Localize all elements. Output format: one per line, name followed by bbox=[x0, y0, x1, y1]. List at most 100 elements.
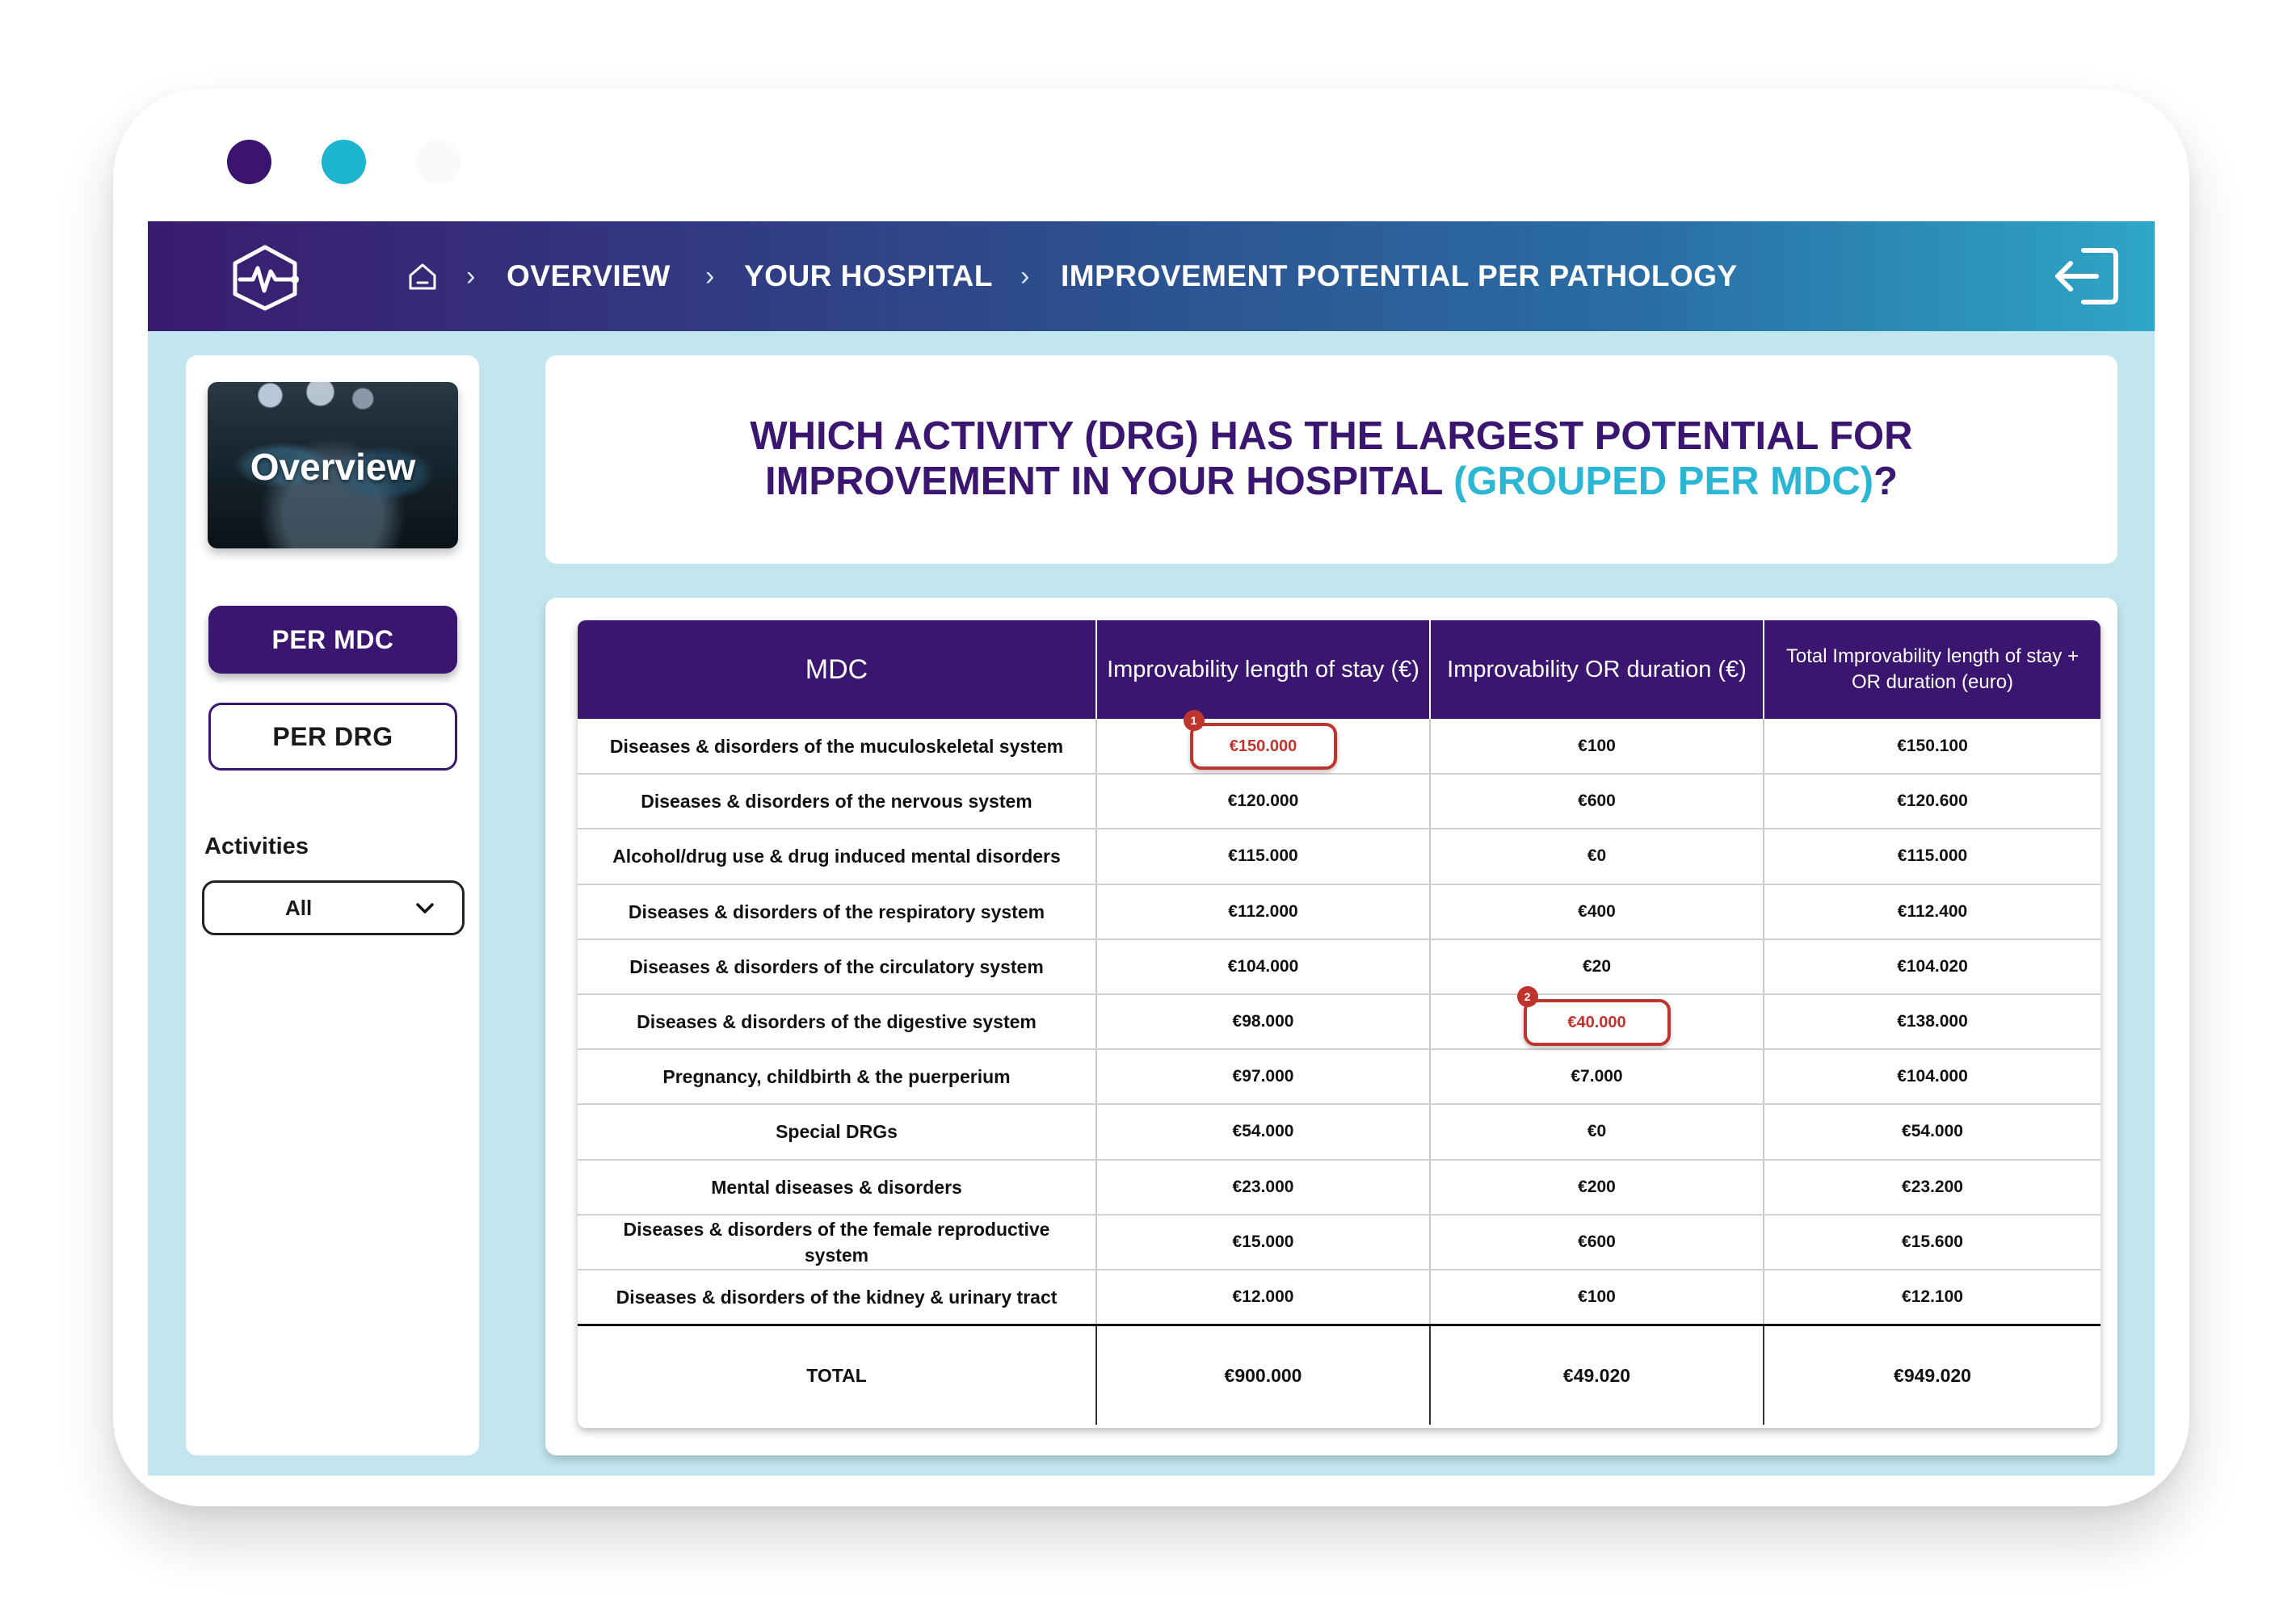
cell-or-value: €40.000 bbox=[1567, 1013, 1626, 1031]
header-improvability-los: Improvability length of stay (€) bbox=[1096, 620, 1431, 719]
cell-total: €112.400 bbox=[1764, 884, 2100, 940]
cell-los: €104.000 bbox=[1096, 939, 1431, 995]
chevron-down-icon bbox=[416, 903, 434, 913]
total-label: TOTAL bbox=[578, 1323, 1097, 1426]
overview-card-label: Overview bbox=[250, 446, 416, 488]
total-or: €49.020 bbox=[1430, 1323, 1764, 1426]
per-drg-button[interactable]: PER DRG bbox=[208, 703, 457, 771]
table-row: Special DRGs €54.000 €0 €54.000 bbox=[578, 1104, 2100, 1161]
table-row: Alcohol/drug use & drug induced mental d… bbox=[578, 829, 2100, 885]
table-row: Diseases & disorders of the muculoskelet… bbox=[578, 710, 2100, 775]
cell-or: €200 bbox=[1430, 1159, 1764, 1216]
question-card: WHICH ACTIVITY (DRG) HAS THE LARGEST POT… bbox=[545, 355, 2117, 564]
cell-total: €138.000 bbox=[1764, 993, 2100, 1051]
highlight-callout: 2 €40.000 bbox=[1516, 985, 1671, 1046]
table-row: Mental diseases & disorders €23.000 €200… bbox=[578, 1159, 2100, 1216]
breadcrumb-your-hospital[interactable]: YOUR HOSPITAL bbox=[744, 258, 993, 294]
cell-los: €115.000 bbox=[1096, 829, 1431, 885]
cell-total: €15.600 bbox=[1764, 1214, 2100, 1270]
cell-mdc: Diseases & disorders of the respiratory … bbox=[578, 884, 1097, 940]
cell-total: €150.100 bbox=[1764, 719, 2100, 775]
cell-total: €104.000 bbox=[1764, 1049, 2100, 1106]
highlight-callout: 1 €150.000 bbox=[1183, 710, 1337, 770]
cell-mdc: Diseases & disorders of the digestive sy… bbox=[578, 993, 1097, 1051]
breadcrumb-overview[interactable]: OVERVIEW bbox=[507, 258, 671, 294]
activities-selected-value: All bbox=[285, 896, 313, 920]
total-total: €949.020 bbox=[1764, 1323, 2100, 1426]
cell-mdc: Mental diseases & disorders bbox=[578, 1159, 1097, 1216]
overview-card[interactable]: Overview bbox=[208, 382, 458, 548]
table-row: Diseases & disorders of the kidney & uri… bbox=[578, 1269, 2100, 1326]
cell-mdc: Diseases & disorders of the kidney & uri… bbox=[578, 1269, 1097, 1326]
chevron-right-icon: › bbox=[1020, 261, 1030, 292]
cell-or: €600 bbox=[1430, 1214, 1764, 1270]
table-card: MDC Improvability length of stay (€) Imp… bbox=[545, 598, 2117, 1455]
cell-mdc: Alcohol/drug use & drug induced mental d… bbox=[578, 829, 1097, 885]
cell-total: €23.200 bbox=[1764, 1159, 2100, 1216]
cell-or: €100 bbox=[1430, 719, 1764, 775]
table-row: Diseases & disorders of the female repro… bbox=[578, 1214, 2100, 1270]
header-total-improvability: Total Improvability length of stay + OR … bbox=[1764, 620, 2100, 719]
question-line-1: WHICH ACTIVITY (DRG) HAS THE LARGEST POT… bbox=[750, 414, 1913, 458]
device-frame: › OVERVIEW › YOUR HOSPITAL › IMPROVEMENT… bbox=[113, 89, 2189, 1506]
question-line-2-start: IMPROVEMENT IN YOUR HOSPITAL bbox=[764, 460, 1454, 503]
heartbeat-logo-icon[interactable] bbox=[229, 244, 301, 312]
cell-or: €600 bbox=[1430, 774, 1764, 830]
top-navigation-bar: › OVERVIEW › YOUR HOSPITAL › IMPROVEMENT… bbox=[148, 221, 2155, 331]
cell-total: €54.000 bbox=[1764, 1104, 2100, 1161]
cell-los: €98.000 bbox=[1096, 993, 1431, 1051]
cell-los: €15.000 bbox=[1096, 1214, 1431, 1270]
cell-or: €0 bbox=[1430, 1104, 1764, 1161]
activities-dropdown[interactable]: All bbox=[202, 880, 465, 935]
app-screen: › OVERVIEW › YOUR HOSPITAL › IMPROVEMENT… bbox=[148, 221, 2155, 1476]
question-line-2-end: ? bbox=[1873, 460, 1899, 503]
improvement-table: MDC Improvability length of stay (€) Imp… bbox=[578, 620, 2100, 1428]
table-header-row: MDC Improvability length of stay (€) Imp… bbox=[578, 620, 2100, 719]
cell-or: €7.000 bbox=[1430, 1049, 1764, 1106]
cell-or: €100 bbox=[1430, 1269, 1764, 1326]
cell-total: €120.600 bbox=[1764, 774, 2100, 830]
callout-badge: 1 bbox=[1183, 710, 1205, 731]
table-row: Pregnancy, childbirth & the puerperium €… bbox=[578, 1049, 2100, 1106]
cell-los: €97.000 bbox=[1096, 1049, 1431, 1106]
cell-mdc: Diseases & disorders of the circulatory … bbox=[578, 939, 1097, 995]
header-improvability-or: Improvability OR duration (€) bbox=[1430, 620, 1764, 719]
table-total-row: TOTAL €900.000 €49.020 €949.020 bbox=[578, 1323, 2100, 1426]
sidebar: Overview PER MDC PER DRG Activities All bbox=[186, 355, 479, 1455]
cell-or: €0 bbox=[1430, 829, 1764, 885]
chevron-right-icon: › bbox=[705, 261, 715, 292]
home-icon[interactable] bbox=[406, 260, 439, 292]
cell-mdc: Diseases & disorders of the nervous syst… bbox=[578, 774, 1097, 830]
cell-mdc: Special DRGs bbox=[578, 1104, 1097, 1161]
breadcrumb-improvement-potential[interactable]: IMPROVEMENT POTENTIAL PER PATHOLOGY bbox=[1061, 258, 1738, 294]
question-line-2: IMPROVEMENT IN YOUR HOSPITAL (GROUPED PE… bbox=[545, 459, 2117, 504]
cell-los: 1 €150.000 bbox=[1096, 710, 1431, 775]
cell-total: €12.100 bbox=[1764, 1269, 2100, 1326]
callout-badge: 2 bbox=[1516, 985, 1538, 1007]
cell-mdc: Pregnancy, childbirth & the puerperium bbox=[578, 1049, 1097, 1106]
window-dot-cyan bbox=[322, 140, 366, 184]
cell-total: €115.000 bbox=[1764, 829, 2100, 885]
logout-icon[interactable] bbox=[2051, 244, 2121, 309]
cell-los-value: €150.000 bbox=[1229, 737, 1297, 755]
cell-or: €400 bbox=[1430, 884, 1764, 940]
activities-label: Activities bbox=[204, 834, 309, 859]
question-accent: (GROUPED PER MDC) bbox=[1453, 460, 1874, 503]
window-dot-purple bbox=[227, 140, 271, 184]
window-dot-faint bbox=[416, 140, 460, 184]
question-title: WHICH ACTIVITY (DRG) HAS THE LARGEST POT… bbox=[545, 414, 2117, 504]
cell-los: €120.000 bbox=[1096, 774, 1431, 830]
header-mdc: MDC bbox=[578, 620, 1097, 719]
cell-los: €112.000 bbox=[1096, 884, 1431, 940]
cell-los: €54.000 bbox=[1096, 1104, 1431, 1161]
cell-mdc: Diseases & disorders of the female repro… bbox=[578, 1214, 1097, 1270]
per-mdc-button[interactable]: PER MDC bbox=[208, 606, 457, 674]
table-row: Diseases & disorders of the circulatory … bbox=[578, 939, 2100, 995]
table-row: Diseases & disorders of the digestive sy… bbox=[578, 985, 2100, 1051]
cell-total: €104.020 bbox=[1764, 939, 2100, 995]
total-los: €900.000 bbox=[1096, 1323, 1431, 1426]
table-row: Diseases & disorders of the nervous syst… bbox=[578, 774, 2100, 830]
cell-mdc: Diseases & disorders of the muculoskelet… bbox=[578, 719, 1097, 775]
cell-or: 2 €40.000 bbox=[1430, 985, 1764, 1051]
chevron-right-icon: › bbox=[466, 261, 476, 292]
